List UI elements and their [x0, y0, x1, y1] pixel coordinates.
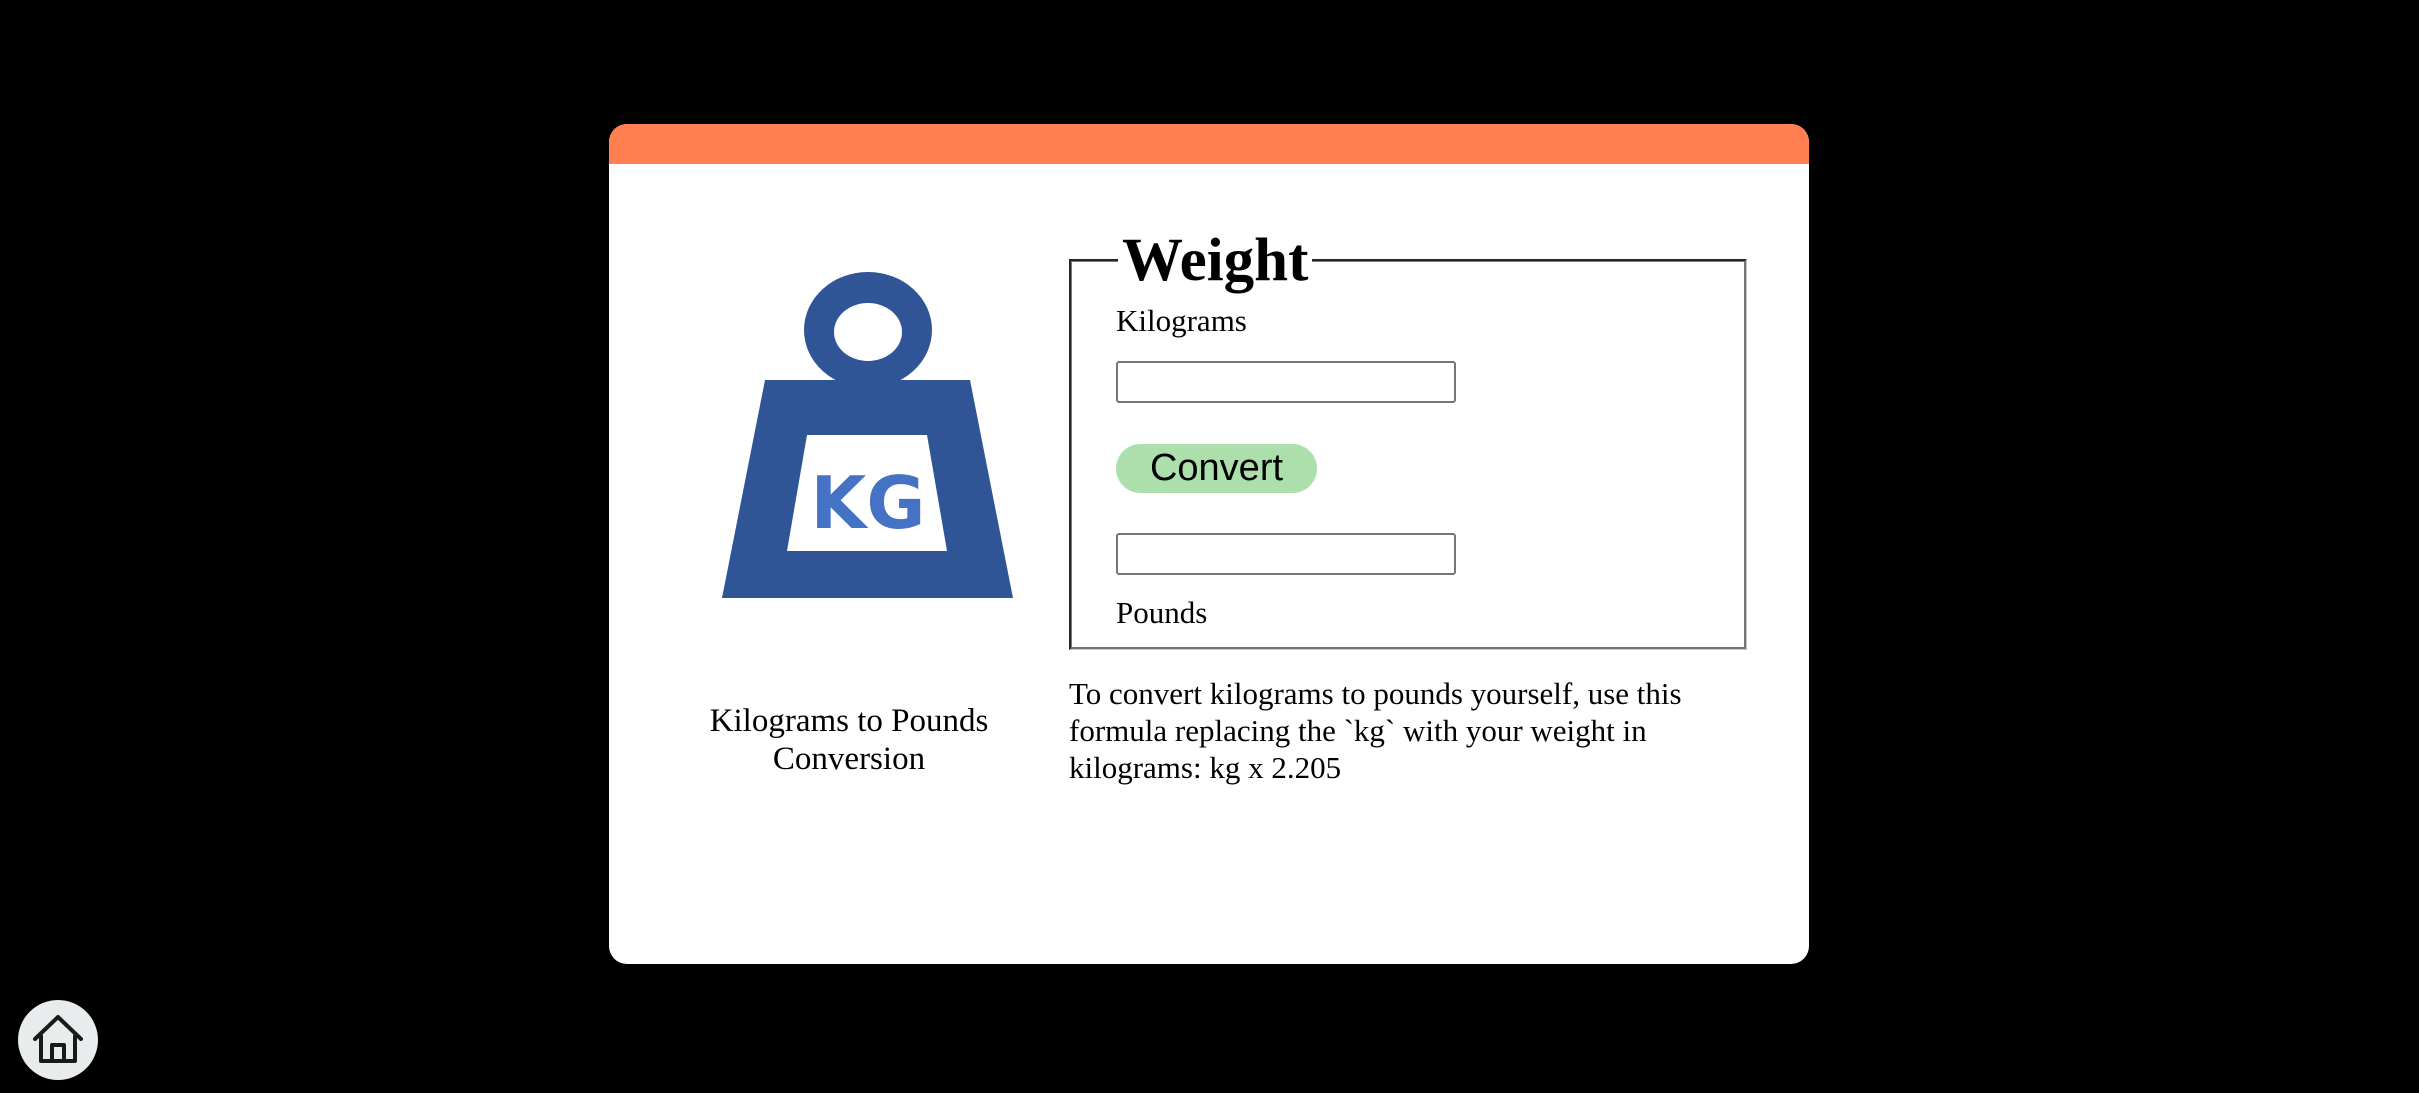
converter-card: KG Kilograms to Pounds Conversion Weight…	[609, 124, 1809, 964]
weight-fieldset: Weight	[1069, 230, 1747, 650]
pounds-output[interactable]	[1116, 533, 1456, 575]
kg-weight-icon: KG	[722, 272, 1013, 598]
home-button[interactable]	[18, 1000, 98, 1080]
card-header-bar	[609, 124, 1809, 164]
weight-legend: Weight	[1122, 227, 1309, 294]
formula-text: To convert kilograms to pounds yourself,…	[1069, 676, 1682, 785]
convert-button[interactable]: Convert	[1116, 444, 1317, 493]
pounds-label: Pounds	[1116, 595, 1208, 630]
kg-logo-text: KG	[811, 461, 926, 545]
home-icon	[33, 1015, 83, 1063]
page-caption: Kilograms to Pounds Conversion	[709, 703, 989, 777]
kilograms-input[interactable]	[1116, 361, 1456, 403]
kilograms-label: Kilograms	[1116, 303, 1247, 338]
